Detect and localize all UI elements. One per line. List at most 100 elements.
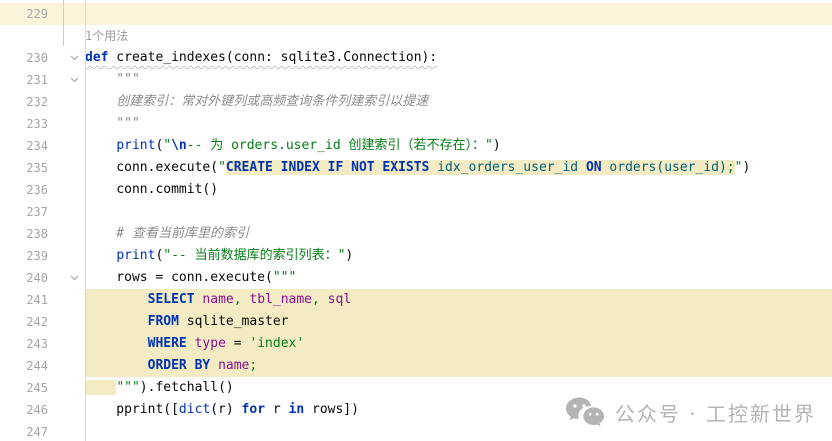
code-line: 236 conn.commit() — [0, 179, 832, 201]
code-token: ; — [249, 358, 257, 373]
code-token: r — [265, 402, 288, 417]
code-token: rows = conn.execute( — [85, 270, 273, 285]
gutter: 233 — [0, 113, 85, 135]
token-group: 1个用法 — [85, 25, 128, 48]
token-group: ORDER BY name; — [85, 355, 257, 377]
token-group: rows = conn.execute(""" — [85, 267, 296, 289]
code-line: 242 FROM sqlite_master — [0, 311, 832, 333]
editor-lines: 2291个用法230def create_indexes(conn: sqlit… — [0, 3, 832, 441]
line-number[interactable]: 234 — [0, 135, 48, 157]
code-token: print — [116, 248, 155, 263]
fold-chevron-icon[interactable] — [48, 77, 85, 83]
line-number[interactable]: 241 — [0, 289, 48, 311]
code-token: ) — [493, 138, 501, 153]
token-group: pprint([dict(r) for r in rows]) — [85, 399, 359, 421]
code-token — [85, 336, 148, 351]
token-group: """ — [85, 113, 140, 135]
code-token: """ — [85, 72, 140, 87]
code-token: rows]) — [304, 402, 359, 417]
code-token: """ — [116, 380, 139, 395]
code-line: 232 创建索引：常对外键列或高频查询条件列建索引以提速 — [0, 91, 832, 113]
gutter: 243 — [0, 333, 85, 355]
gutter: 237 — [0, 201, 85, 223]
code-token: ) — [742, 160, 750, 175]
code-token: , — [234, 292, 250, 307]
code-line: 240 rows = conn.execute(""" — [0, 267, 832, 289]
code-text: """ — [85, 69, 832, 91]
code-line: 229 — [0, 3, 832, 25]
code-line: 234 print("\n-- 为 orders.user_id 创建索引（若不… — [0, 135, 832, 157]
line-number[interactable]: 236 — [0, 179, 48, 201]
wechat-icon — [565, 396, 605, 428]
line-number[interactable]: 238 — [0, 223, 48, 245]
code-token: def — [85, 50, 108, 65]
fold-chevron-icon[interactable] — [48, 275, 85, 281]
token-group: SELECT name, tbl_name, sql — [85, 289, 351, 311]
gutter: 232 — [0, 91, 85, 113]
line-number[interactable]: 237 — [0, 201, 48, 223]
code-text: rows = conn.execute(""" — [85, 267, 832, 289]
code-token: , — [312, 292, 328, 307]
usages-inlay-hint[interactable]: 1个用法 — [85, 29, 128, 43]
code-token: idx_orders_user_id — [429, 160, 586, 175]
gutter: 244 — [0, 355, 85, 377]
code-token — [85, 358, 148, 373]
code-text: # 查看当前库里的索引 — [85, 223, 832, 245]
line-number[interactable]: 242 — [0, 311, 48, 333]
gutter: 242 — [0, 311, 85, 333]
code-token: name — [218, 358, 249, 373]
gutter: 231 — [0, 69, 85, 91]
code-token: FROM — [148, 314, 179, 329]
code-token: tbl_name — [249, 292, 312, 307]
line-number[interactable]: 246 — [0, 399, 48, 421]
gutter: 229 — [0, 3, 85, 25]
code-token: = — [226, 336, 249, 351]
fold-chevron-icon[interactable] — [48, 55, 85, 61]
line-number[interactable]: 231 — [0, 69, 48, 91]
line-number[interactable]: 245 — [0, 377, 48, 399]
code-token: print — [116, 138, 155, 153]
code-text: """ — [85, 113, 832, 135]
code-token: 'index' — [249, 336, 304, 351]
code-text: WHERE type = 'index' — [85, 333, 832, 355]
gutter: 247 — [0, 421, 85, 441]
code-token: " — [218, 160, 226, 175]
code-token: WHERE — [148, 336, 187, 351]
gutter: 245 — [0, 377, 85, 399]
code-token — [85, 248, 116, 263]
gutter: 234 — [0, 135, 85, 157]
token-group: WHERE type = 'index' — [85, 333, 304, 355]
code-token: SELECT — [148, 292, 195, 307]
code-token: "-- 当前数据库的索引列表：" — [163, 248, 345, 263]
line-number[interactable]: 240 — [0, 267, 48, 289]
code-token: ).fetchall() — [140, 380, 234, 395]
line-number[interactable]: 239 — [0, 245, 48, 267]
line-number[interactable]: 244 — [0, 355, 48, 377]
line-number[interactable]: 247 — [0, 421, 48, 441]
line-number[interactable]: 243 — [0, 333, 48, 355]
code-editor[interactable]: 2291个用法230def create_indexes(conn: sqlit… — [0, 0, 832, 441]
code-token: ) — [345, 248, 353, 263]
gutter: 235 — [0, 157, 85, 179]
code-line: 235 conn.execute("CREATE INDEX IF NOT EX… — [0, 157, 832, 179]
code-token: conn.execute( — [85, 160, 218, 175]
code-text: ORDER BY name; — [85, 355, 832, 377]
code-token — [187, 336, 195, 351]
code-text: print("-- 当前数据库的索引列表：") — [85, 245, 832, 267]
gutter: 238 — [0, 223, 85, 245]
code-text — [85, 201, 832, 223]
code-token: " — [163, 138, 171, 153]
token-group: FROM sqlite_master — [85, 311, 289, 333]
code-line: 243 WHERE type = 'index' — [0, 333, 832, 355]
line-number[interactable]: 230 — [0, 47, 48, 69]
gutter — [0, 25, 85, 47]
line-number[interactable]: 235 — [0, 157, 48, 179]
code-line: 237 — [0, 201, 832, 223]
watermark-text: 公众号 · 工控新世界 — [615, 398, 816, 427]
code-token: conn.commit() — [85, 182, 218, 197]
code-token: """ — [273, 270, 296, 285]
code-token — [85, 138, 116, 153]
line-number[interactable]: 233 — [0, 113, 48, 135]
line-number[interactable]: 232 — [0, 91, 48, 113]
line-number[interactable]: 229 — [0, 3, 48, 25]
